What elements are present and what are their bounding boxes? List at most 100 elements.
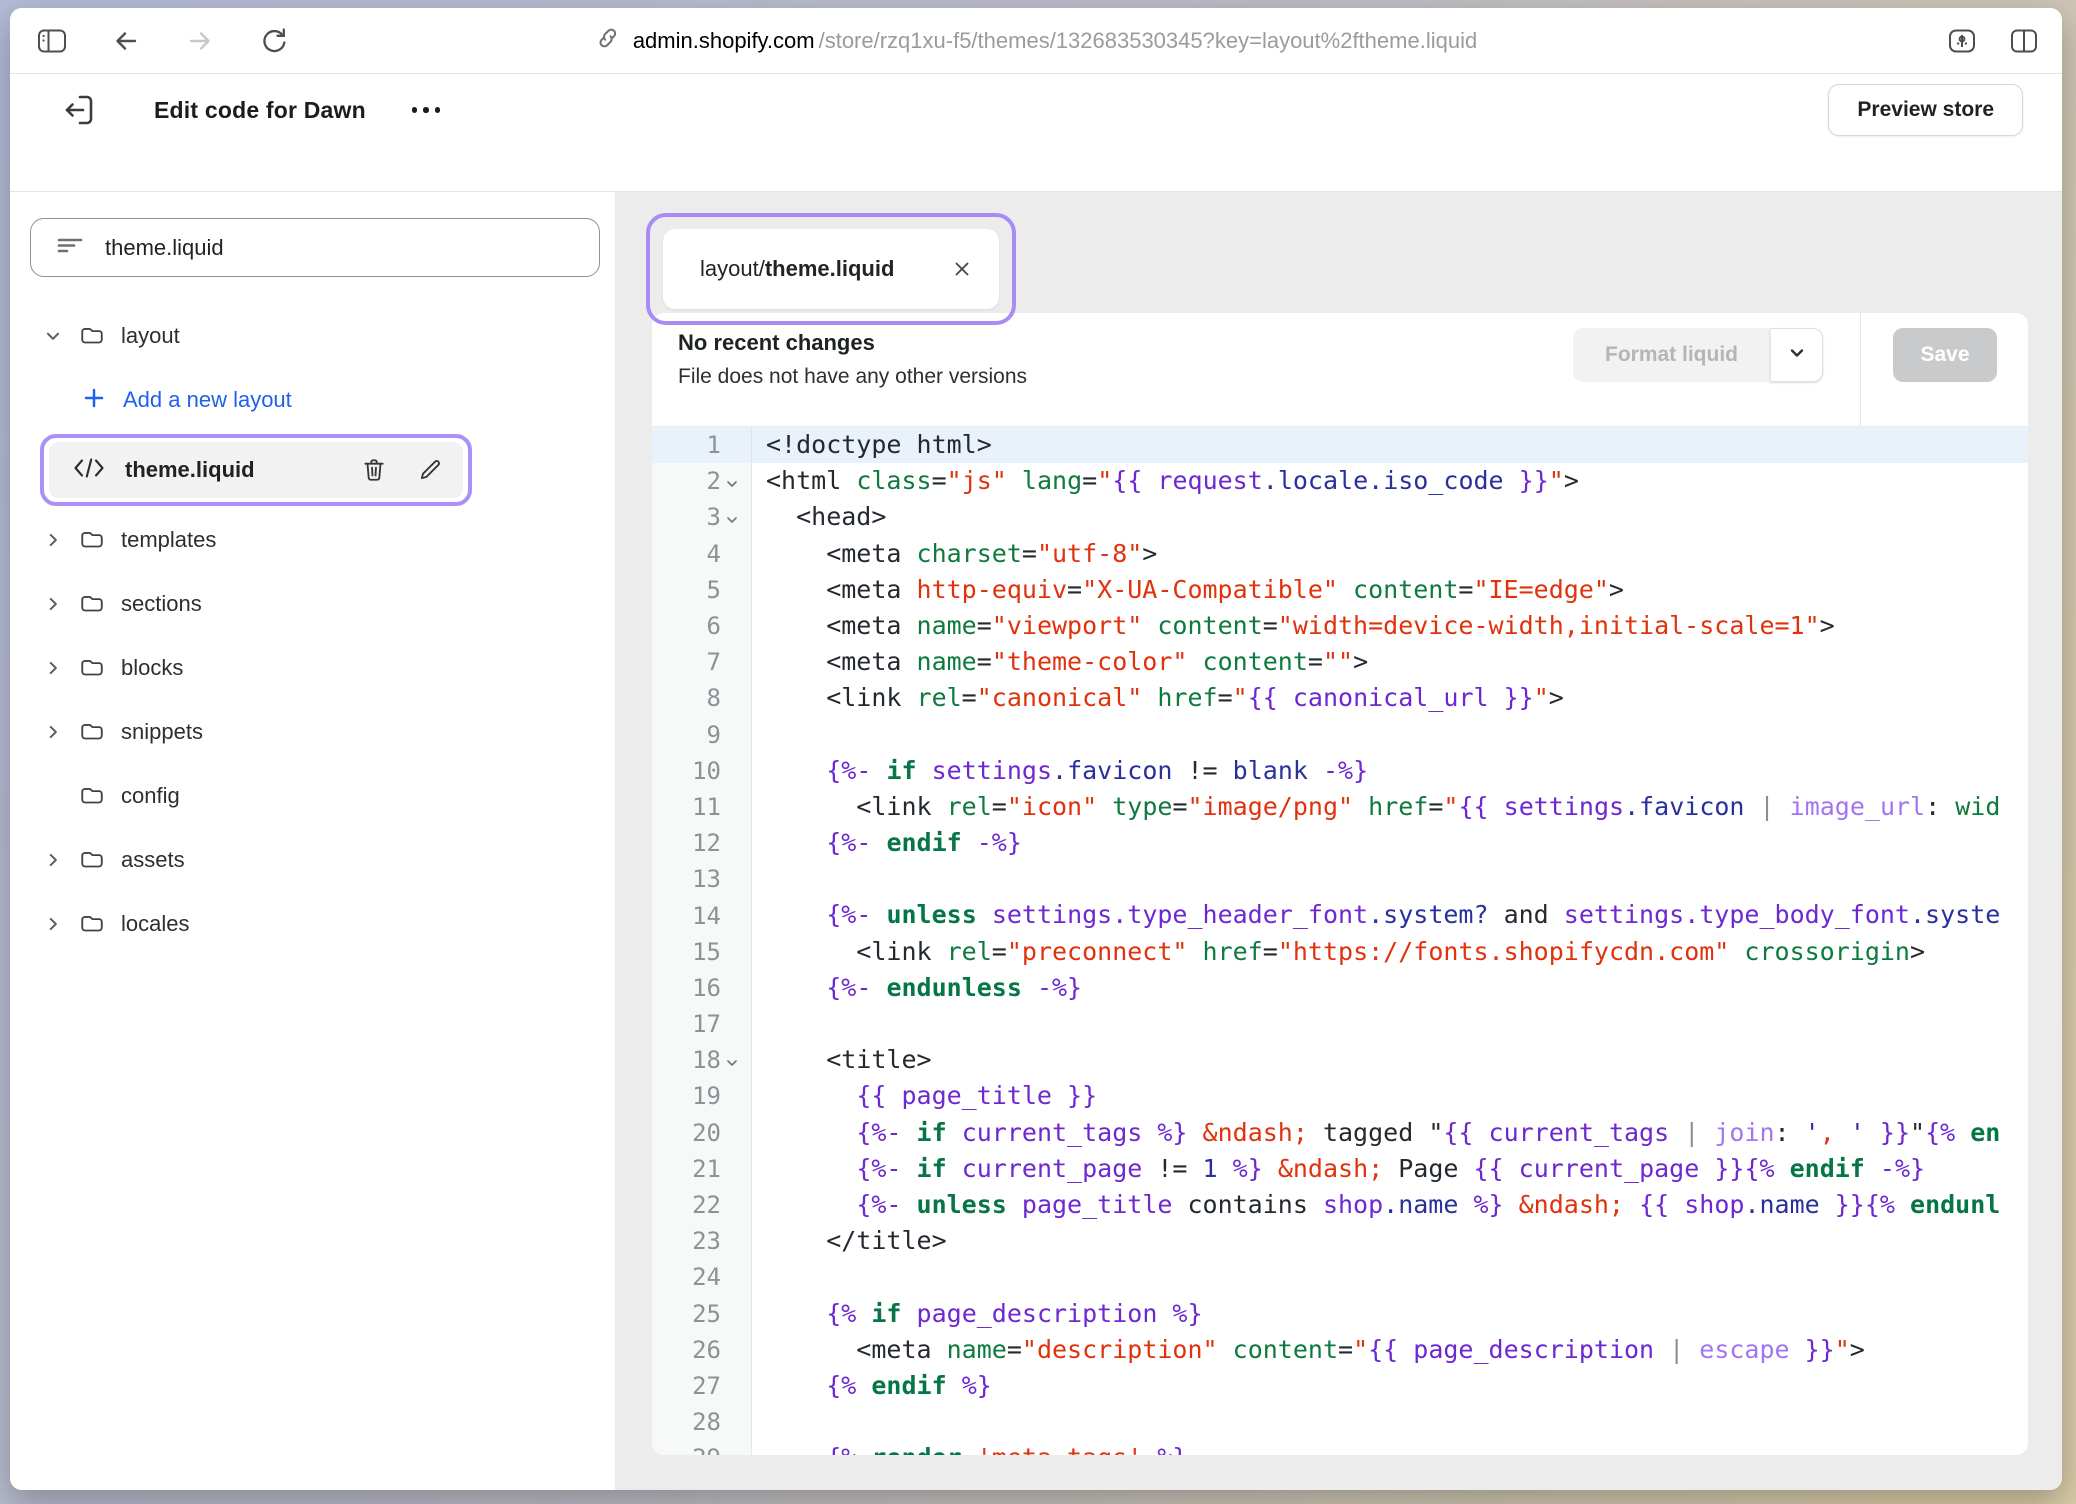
line-gutter: 10 bbox=[652, 753, 752, 789]
code-line[interactable]: 4 <meta charset="utf-8"> bbox=[652, 536, 2028, 572]
code-line[interactable]: 18 <title> bbox=[652, 1042, 2028, 1078]
sidebar-toggle-icon[interactable] bbox=[34, 23, 70, 59]
line-gutter: 4 bbox=[652, 536, 752, 572]
line-number: 13 bbox=[692, 865, 721, 893]
sidebar-item-layout[interactable]: layout bbox=[10, 304, 615, 368]
line-number: 11 bbox=[692, 793, 721, 821]
search-input[interactable] bbox=[105, 235, 579, 261]
code-line[interactable]: 26 <meta name="description" content="{{ … bbox=[652, 1332, 2028, 1368]
code-text bbox=[752, 861, 2028, 897]
chevron-right-icon[interactable] bbox=[44, 531, 62, 549]
more-options-icon[interactable] bbox=[412, 107, 441, 113]
code-line[interactable]: 14 {%- unless settings.type_header_font.… bbox=[652, 897, 2028, 933]
sidebar-item-config[interactable]: config bbox=[10, 764, 615, 828]
tab-theme-liquid[interactable]: layout/theme.liquid bbox=[663, 229, 999, 309]
split-view-icon[interactable] bbox=[2006, 23, 2042, 59]
rename-file-icon[interactable] bbox=[417, 457, 443, 483]
sidebar-file-theme-liquid[interactable]: theme.liquid bbox=[49, 442, 463, 498]
code-line[interactable]: 20 {%- if current_tags %} &ndash; tagged… bbox=[652, 1115, 2028, 1151]
code-line[interactable]: 5 <meta http-equiv="X-UA-Compatible" con… bbox=[652, 572, 2028, 608]
delete-file-icon[interactable] bbox=[361, 457, 387, 483]
code-line[interactable]: 22 {%- unless page_title contains shop.n… bbox=[652, 1187, 2028, 1223]
code-line[interactable]: 24 bbox=[652, 1259, 2028, 1295]
sidebar-item-snippets[interactable]: snippets bbox=[10, 700, 615, 764]
code-line[interactable]: 3 <head> bbox=[652, 499, 2028, 535]
folder-label: blocks bbox=[121, 655, 183, 681]
code-line[interactable]: 1<!doctype html> bbox=[652, 427, 2028, 463]
line-number: 27 bbox=[692, 1372, 721, 1400]
status-title: No recent changes bbox=[678, 330, 1027, 356]
chevron-right-icon[interactable] bbox=[44, 723, 62, 741]
add-new-layout-button[interactable]: Add a new layout bbox=[10, 368, 615, 432]
format-liquid-button[interactable]: Format liquid bbox=[1573, 328, 1770, 382]
browser-window: admin.shopify.com/store/rzq1xu-f5/themes… bbox=[10, 8, 2062, 1490]
sidebar-item-blocks[interactable]: blocks bbox=[10, 636, 615, 700]
code-line[interactable]: 6 <meta name="viewport" content="width=d… bbox=[652, 608, 2028, 644]
folder-icon bbox=[78, 911, 106, 937]
url-path: /store/rzq1xu-f5/themes/132683530345?key… bbox=[819, 28, 1478, 54]
code-editor[interactable]: 1<!doctype html>2<html class="js" lang="… bbox=[652, 427, 2028, 1455]
folder-icon bbox=[78, 719, 106, 745]
code-line[interactable]: 15 <link rel="preconnect" href="https://… bbox=[652, 934, 2028, 970]
line-number: 20 bbox=[692, 1119, 721, 1147]
chevron-right-icon[interactable] bbox=[44, 915, 62, 933]
folder-label: sections bbox=[121, 591, 202, 617]
folder-label: locales bbox=[121, 911, 189, 937]
line-gutter: 22 bbox=[652, 1187, 752, 1223]
line-number: 6 bbox=[707, 612, 721, 640]
chevron-right-icon[interactable] bbox=[44, 851, 62, 869]
chevron-down-icon[interactable] bbox=[44, 327, 62, 345]
sidebar-item-locales[interactable]: locales bbox=[10, 892, 615, 956]
close-icon[interactable] bbox=[951, 258, 973, 280]
preview-store-button[interactable]: Preview store bbox=[1828, 84, 2023, 136]
code-line[interactable]: 17 bbox=[652, 1006, 2028, 1042]
code-text: <head> bbox=[752, 499, 2028, 535]
save-button[interactable]: Save bbox=[1893, 328, 1997, 382]
code-line[interactable]: 28 bbox=[652, 1404, 2028, 1440]
code-text bbox=[752, 1259, 2028, 1295]
code-line[interactable]: 12 {%- endif -%} bbox=[652, 825, 2028, 861]
code-text: <link rel="icon" type="image/png" href="… bbox=[752, 789, 2028, 825]
code-text: <meta name="theme-color" content=""> bbox=[752, 644, 2028, 680]
code-line[interactable]: 19 {{ page_title }} bbox=[652, 1078, 2028, 1114]
code-line[interactable]: 11 <link rel="icon" type="image/png" hre… bbox=[652, 789, 2028, 825]
code-line[interactable]: 13 bbox=[652, 861, 2028, 897]
code-line[interactable]: 16 {%- endunless -%} bbox=[652, 970, 2028, 1006]
line-gutter: 2 bbox=[652, 463, 752, 499]
chevron-right-icon[interactable] bbox=[44, 595, 62, 613]
code-line[interactable]: 10 {%- if settings.favicon != blank -%} bbox=[652, 753, 2028, 789]
code-line[interactable]: 25 {% if page_description %} bbox=[652, 1296, 2028, 1332]
code-line[interactable]: 23 </title> bbox=[652, 1223, 2028, 1259]
browser-toolbar: admin.shopify.com/store/rzq1xu-f5/themes… bbox=[10, 8, 2062, 74]
format-liquid-dropdown-button[interactable] bbox=[1770, 328, 1823, 382]
sidebar-item-sections[interactable]: sections bbox=[10, 572, 615, 636]
line-gutter: 16 bbox=[652, 970, 752, 1006]
code-line[interactable]: 27 {% endif %} bbox=[652, 1368, 2028, 1404]
line-number: 26 bbox=[692, 1336, 721, 1364]
code-text: {{ page_title }} bbox=[752, 1078, 2028, 1114]
code-text: <title> bbox=[752, 1042, 2028, 1078]
code-text: <link rel="preconnect" href="https://fon… bbox=[752, 934, 2028, 970]
reload-icon[interactable] bbox=[256, 23, 292, 59]
code-line[interactable]: 2<html class="js" lang="{{ request.local… bbox=[652, 463, 2028, 499]
code-line[interactable]: 8 <link rel="canonical" href="{{ canonic… bbox=[652, 680, 2028, 716]
sidebar-item-assets[interactable]: assets bbox=[10, 828, 615, 892]
chevron-right-icon[interactable] bbox=[44, 659, 62, 677]
exit-icon[interactable] bbox=[58, 90, 98, 130]
forward-icon[interactable] bbox=[182, 23, 218, 59]
fold-chevron-icon[interactable] bbox=[721, 513, 743, 527]
file-search-box[interactable] bbox=[30, 218, 600, 277]
code-line[interactable]: 29 {% render 'meta-tags' %} bbox=[652, 1440, 2028, 1455]
line-number: 17 bbox=[692, 1010, 721, 1038]
page-settings-icon[interactable] bbox=[1944, 23, 1980, 59]
sidebar-item-templates[interactable]: templates bbox=[10, 508, 615, 572]
fold-chevron-icon[interactable] bbox=[721, 477, 743, 491]
fold-chevron-icon[interactable] bbox=[721, 1056, 743, 1070]
code-line[interactable]: 9 bbox=[652, 717, 2028, 753]
back-icon[interactable] bbox=[108, 23, 144, 59]
code-line[interactable]: 21 {%- if current_page != 1 %} &ndash; P… bbox=[652, 1151, 2028, 1187]
code-line[interactable]: 7 <meta name="theme-color" content=""> bbox=[652, 644, 2028, 680]
url-bar[interactable]: admin.shopify.com/store/rzq1xu-f5/themes… bbox=[595, 8, 1477, 74]
plus-icon bbox=[82, 386, 106, 415]
folder-label: assets bbox=[121, 847, 185, 873]
